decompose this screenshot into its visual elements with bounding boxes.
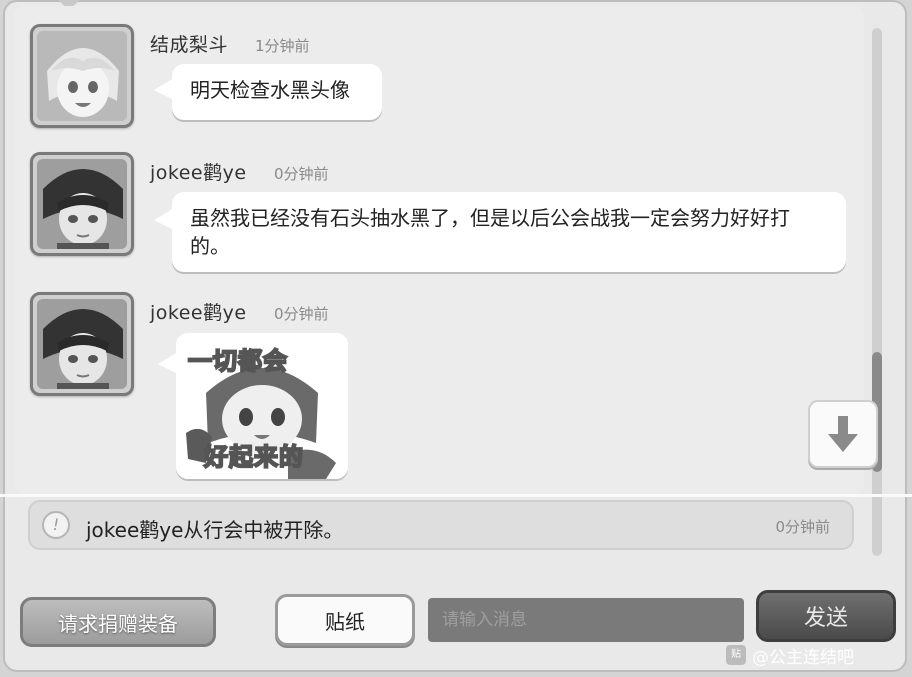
- sender-name: jokee鹳ye: [150, 162, 247, 184]
- system-message-time: 0分钟前: [775, 518, 830, 536]
- watermark: 贴 @公主连结吧: [726, 644, 854, 668]
- sticker-message[interactable]: 一切都会 好起来的: [176, 333, 348, 479]
- message-text: 明天检查水黑头像: [190, 78, 350, 102]
- scrollbar-track[interactable]: [872, 28, 882, 556]
- avatar-portrait-icon: [37, 299, 127, 389]
- system-message: ! jokee鹳ye从行会中被开除。 0分钟前: [28, 500, 854, 550]
- message-bubble: 虽然我已经没有石头抽水黑了，但是以后公会战我一定会努力好好打的。: [154, 192, 846, 272]
- message-time: 1分钟前: [255, 37, 310, 55]
- system-message-text: jokee鹳ye从行会中被开除。: [86, 518, 344, 542]
- divider: [0, 494, 912, 497]
- send-button[interactable]: 发送: [756, 590, 896, 642]
- message-bubble: 明天检查水黑头像: [154, 64, 382, 120]
- message-input[interactable]: [428, 598, 744, 642]
- bubble-tail: [154, 352, 178, 376]
- sender-name: 结成梨斗: [150, 34, 229, 56]
- avatar[interactable]: [30, 24, 134, 128]
- sender-name: jokee鹳ye: [150, 302, 247, 324]
- avatar[interactable]: [30, 292, 134, 396]
- avatar-portrait-icon: [37, 159, 127, 249]
- message-time: 0分钟前: [274, 305, 329, 323]
- tieba-logo-icon: 贴: [726, 645, 746, 665]
- sticker-button[interactable]: 贴纸: [275, 594, 415, 646]
- avatar[interactable]: [30, 152, 134, 256]
- arrow-down-icon: [828, 416, 858, 452]
- avatar-portrait-icon: [37, 31, 127, 121]
- watermark-text: @公主连结吧: [752, 647, 854, 668]
- scroll-to-bottom-button[interactable]: [808, 400, 878, 468]
- request-donation-button[interactable]: 请求捐赠装备: [20, 597, 216, 647]
- sticker-caption-top: 一切都会: [187, 346, 288, 376]
- sticker-caption-bottom: 好起来的: [203, 442, 304, 472]
- message-time: 0分钟前: [274, 165, 329, 183]
- exclamation-icon: !: [42, 511, 70, 539]
- message-text: 虽然我已经没有石头抽水黑了，但是以后公会战我一定会努力好好打的。: [190, 206, 790, 258]
